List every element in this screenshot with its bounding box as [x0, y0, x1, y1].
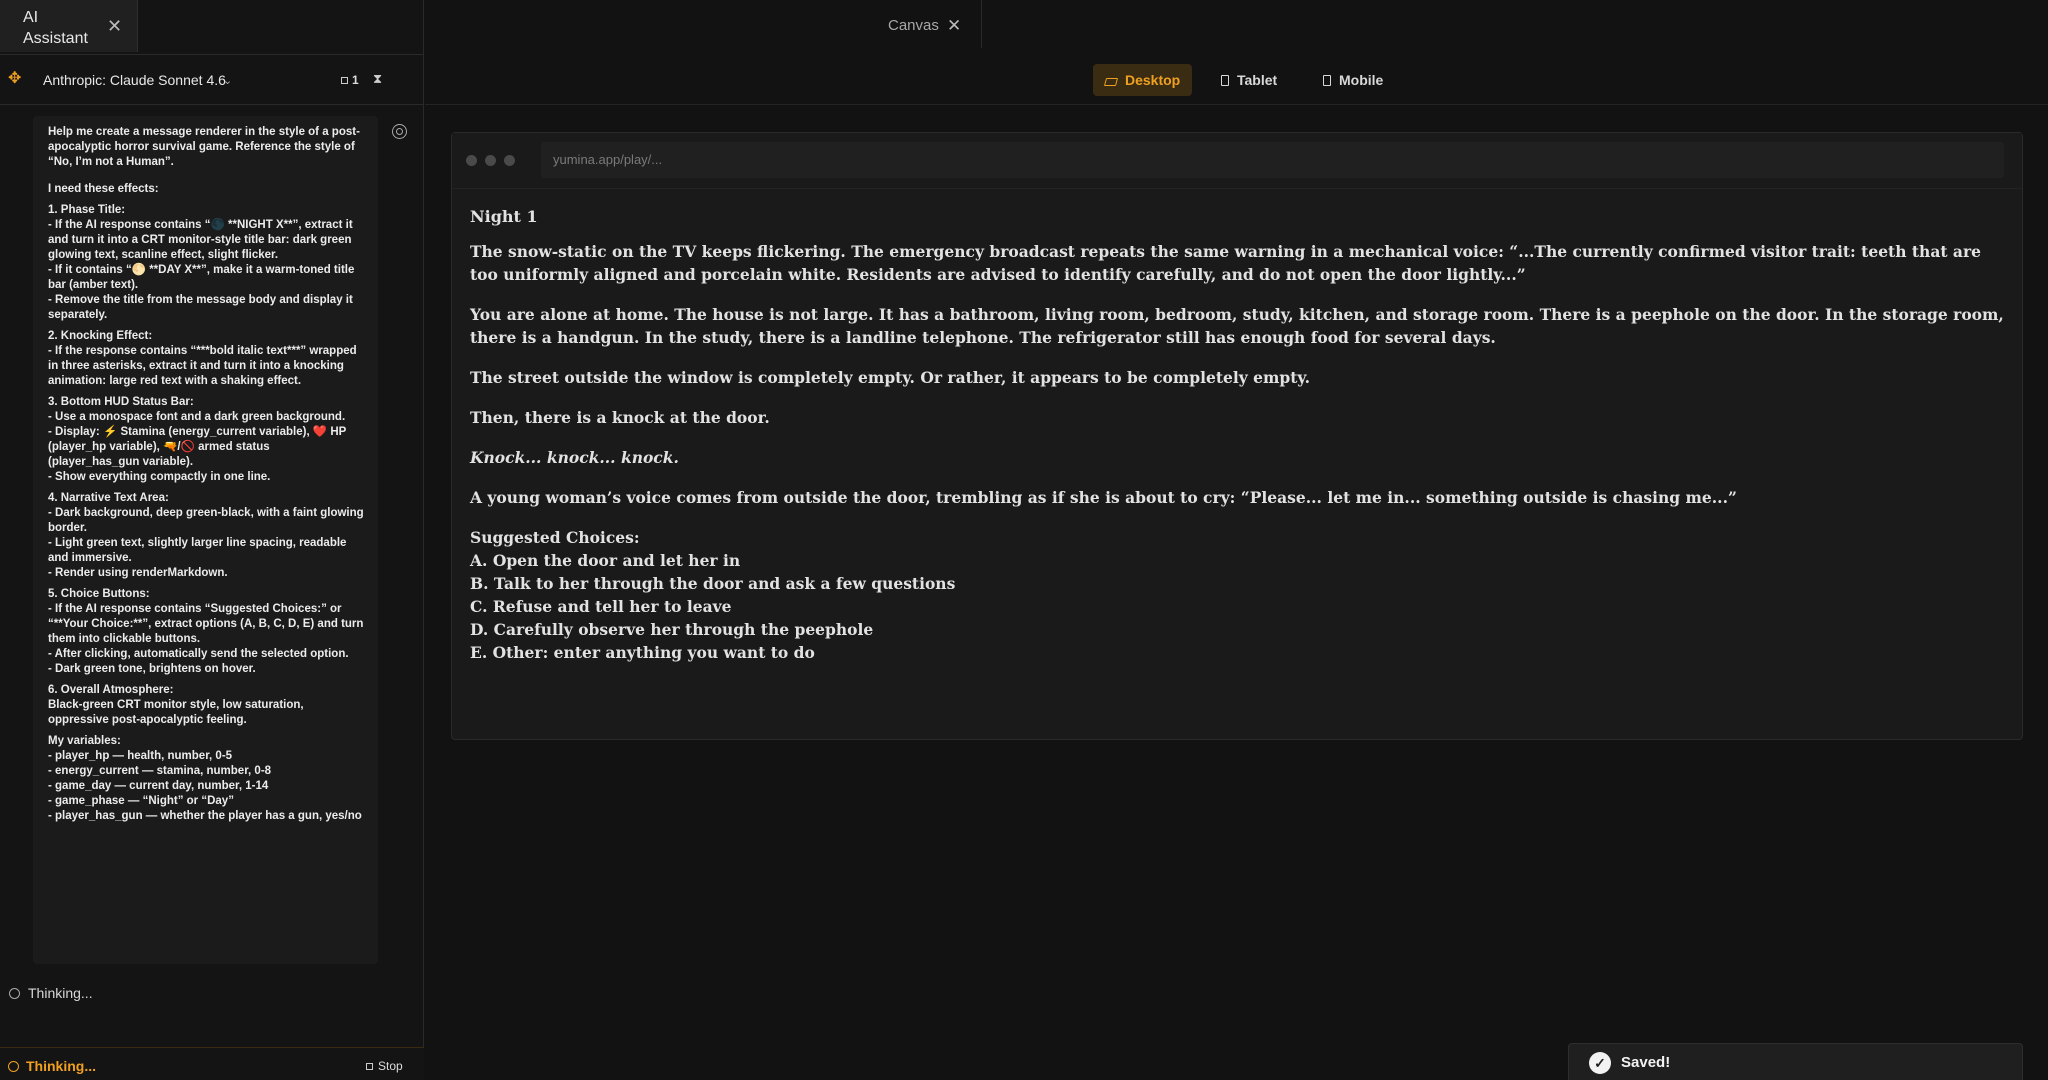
- message-paragraph: 2. Knocking Effect: - If the response co…: [48, 330, 357, 387]
- clock-icon: [9, 988, 20, 999]
- thinking-indicator: Thinking...: [8, 1058, 96, 1074]
- model-selector[interactable]: Anthropic: Claude Sonnet 4.6: [43, 72, 226, 88]
- window-dot: [504, 155, 515, 166]
- story-title: Night 1: [470, 207, 538, 226]
- model-row: ✥ Anthropic: Claude Sonnet 4.6 ⌄ 1 ⧗: [0, 62, 424, 98]
- document-count[interactable]: 1: [341, 73, 359, 87]
- canvas-panel: Canvas ✕ Desktop Tablet Mobile yumina.ap…: [425, 0, 2048, 1080]
- story-paragraph: A young woman’s voice comes from outside…: [470, 488, 1737, 507]
- chevron-down-icon[interactable]: ⌄: [223, 74, 232, 87]
- stop-icon: [366, 1063, 373, 1070]
- story-content: Night 1 The snow-static on the TV keeps …: [470, 205, 2010, 664]
- document-icon: [341, 77, 348, 84]
- choice-item[interactable]: D. Carefully observe her through the pee…: [470, 618, 2010, 641]
- assistant-tab-title: AI Assistant: [23, 9, 88, 47]
- choices-heading: Suggested Choices:: [470, 528, 640, 547]
- target-icon[interactable]: [392, 124, 407, 139]
- message-paragraph: 5. Choice Buttons: - If the AI response …: [48, 588, 364, 675]
- story-paragraph: Then, there is a knock at the door.: [470, 408, 770, 427]
- check-icon: ✓: [1589, 1052, 1611, 1074]
- browser-toolbar: yumina.app/play/...: [452, 133, 2022, 189]
- divider: [981, 0, 982, 48]
- message-paragraph: 6. Overall Atmosphere: Black-green CRT m…: [48, 684, 304, 726]
- address-bar[interactable]: yumina.app/play/...: [541, 142, 2004, 178]
- divider: [0, 104, 424, 105]
- close-icon[interactable]: ✕: [947, 16, 961, 36]
- mobile-icon: [1323, 75, 1331, 86]
- choice-item[interactable]: C. Refuse and tell her to leave: [470, 595, 2010, 618]
- browser-preview: yumina.app/play/... Night 1 The snow-sta…: [451, 132, 2023, 740]
- status-bar: Thinking... Stop: [0, 1047, 424, 1080]
- stop-button[interactable]: Stop: [366, 1059, 403, 1073]
- divider: [425, 104, 2048, 105]
- clock-icon: [8, 1061, 19, 1072]
- tablet-icon: [1221, 75, 1229, 86]
- story-paragraph: The street outside the window is complet…: [470, 368, 1311, 387]
- move-icon[interactable]: ✥: [8, 71, 24, 87]
- story-paragraph: The snow-static on the TV keeps flickeri…: [470, 242, 1981, 284]
- user-message: Help me create a message renderer in the…: [33, 116, 378, 964]
- message-paragraph: I need these effects:: [48, 183, 159, 195]
- choices-list: Suggested Choices: A. Open the door and …: [470, 526, 2010, 664]
- window-dot: [485, 155, 496, 166]
- thinking-status: Thinking...: [9, 985, 93, 1001]
- divider: [0, 54, 424, 55]
- choice-item[interactable]: B. Talk to her through the door and ask …: [470, 572, 2010, 595]
- canvas-tab-title[interactable]: Canvas: [888, 17, 939, 34]
- message-paragraph: Help me create a message renderer in the…: [48, 126, 360, 168]
- message-paragraph: 1. Phase Title: - If the AI response con…: [48, 204, 355, 321]
- story-paragraph: You are alone at home. The house is not …: [470, 305, 2004, 347]
- device-desktop-button[interactable]: Desktop: [1093, 64, 1193, 96]
- device-mobile-button[interactable]: Mobile: [1311, 64, 1395, 96]
- window-dot: [466, 155, 477, 166]
- saved-toast: ✓ Saved!: [1568, 1043, 2023, 1080]
- message-paragraph: 3. Bottom HUD Status Bar: - Use a monosp…: [48, 396, 347, 483]
- desktop-icon: [1103, 78, 1119, 86]
- close-icon[interactable]: ✕: [107, 16, 122, 37]
- hourglass-icon[interactable]: ⧗: [373, 71, 382, 87]
- message-paragraph: My variables: - player_hp — health, numb…: [48, 735, 362, 822]
- knock-text: Knock... knock... knock.: [470, 448, 679, 467]
- choice-item[interactable]: A. Open the door and let her in: [470, 549, 2010, 572]
- message-paragraph: 4. Narrative Text Area: - Dark backgroun…: [48, 492, 364, 579]
- assistant-panel: AI Assistant ✕ ✥ Anthropic: Claude Sonne…: [0, 0, 424, 1080]
- device-tablet-button[interactable]: Tablet: [1209, 64, 1289, 96]
- choice-item[interactable]: E. Other: enter anything you want to do: [470, 641, 2010, 664]
- assistant-tab[interactable]: AI Assistant ✕: [0, 0, 138, 52]
- toast-text: Saved!: [1621, 1054, 1671, 1071]
